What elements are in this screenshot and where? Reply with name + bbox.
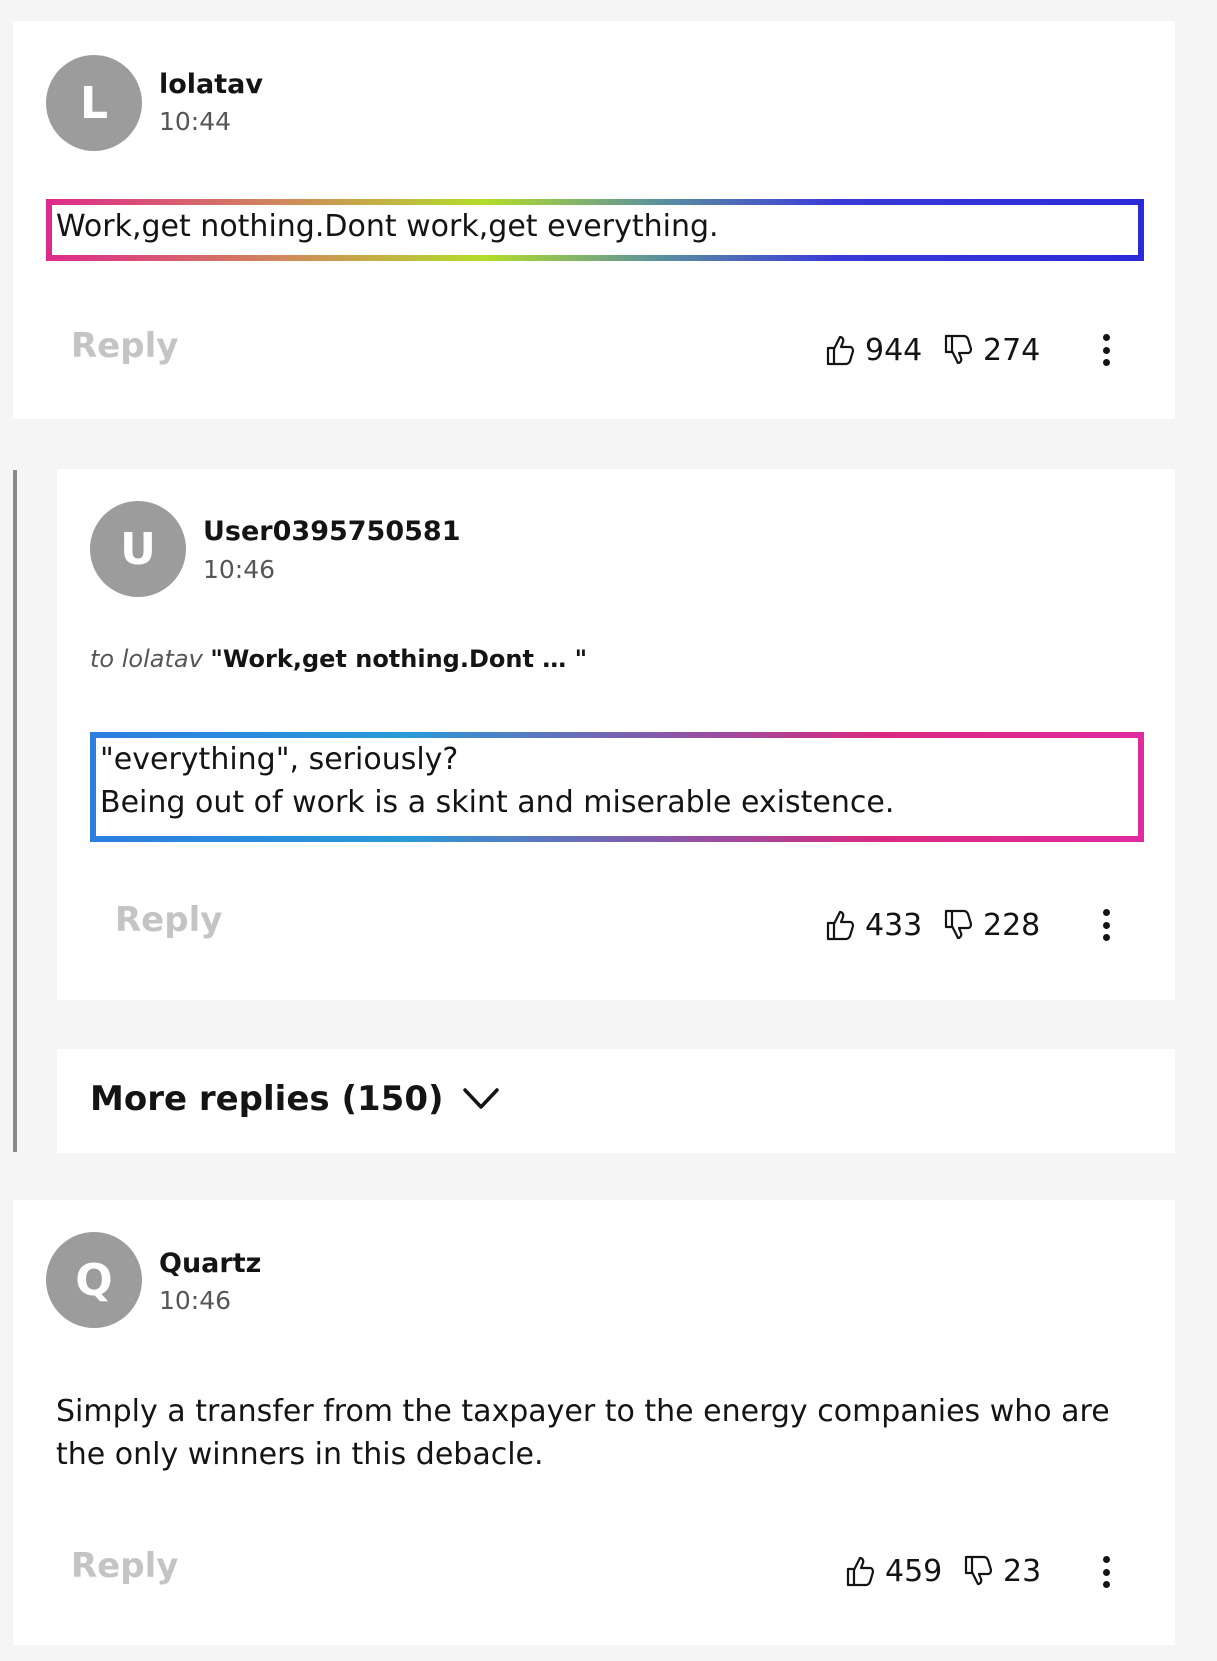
more-options-icon[interactable] — [1096, 330, 1116, 370]
quoted-text: "Work,get nothing.Dont … " — [210, 645, 588, 673]
dislike-button[interactable]: 228 — [943, 903, 1040, 947]
comment-username[interactable]: lolatav — [159, 69, 263, 100]
thumbs-up-icon — [826, 910, 855, 941]
like-count: 433 — [865, 907, 923, 943]
reply-button[interactable]: Reply — [71, 326, 178, 366]
dislike-count: 23 — [1003, 1553, 1042, 1589]
comment-timestamp: 10:46 — [159, 1286, 232, 1315]
thumbs-down-icon — [944, 909, 973, 940]
comment-text: Work,get nothing.Dont work,get everythin… — [46, 199, 1144, 261]
comment-card: Q Quartz 10:46 Simply a transfer from th… — [13, 1200, 1175, 1645]
thumbs-down-icon — [944, 334, 973, 365]
like-button[interactable]: 459 — [845, 1549, 942, 1593]
more-replies-card: More replies (150) — [57, 1049, 1175, 1153]
thumbs-up-icon — [846, 1556, 875, 1587]
dislike-count: 274 — [983, 332, 1041, 368]
more-options-icon[interactable] — [1096, 1552, 1116, 1592]
reply-button[interactable]: Reply — [115, 900, 222, 940]
comment-username[interactable]: Quartz — [159, 1248, 261, 1279]
comment-timestamp: 10:44 — [159, 107, 232, 136]
comment-username[interactable]: User0395750581 — [203, 516, 461, 547]
reply-card: U User0395750581 10:46 to lolatav "Work,… — [57, 469, 1175, 1000]
chevron-down-icon — [462, 1088, 499, 1109]
comment-card: L lolatav 10:44 Work,get nothing.Dont wo… — [13, 21, 1175, 419]
like-count: 459 — [885, 1553, 943, 1589]
comment-text-line: the only winners in this debacle. — [56, 1437, 544, 1472]
thread-line — [13, 470, 17, 1152]
more-options-icon[interactable] — [1096, 905, 1116, 945]
like-button[interactable]: 433 — [825, 903, 922, 947]
reply-button[interactable]: Reply — [71, 1546, 178, 1586]
dislike-button[interactable]: 274 — [943, 328, 1040, 372]
comment-text: Simply a transfer from the taxpayer to t… — [56, 1390, 1146, 1476]
avatar: Q — [46, 1232, 142, 1328]
like-count: 944 — [865, 332, 923, 368]
reply-to-label: to lolatav — [90, 645, 203, 673]
comment-text-line: Being out of work is a skint and miserab… — [100, 785, 895, 820]
avatar: L — [46, 55, 142, 151]
avatar: U — [90, 501, 186, 597]
more-replies-label: More replies (150) — [90, 1079, 444, 1119]
comment-text-line: "everything", seriously? — [100, 742, 459, 777]
comment-timestamp: 10:46 — [203, 555, 276, 584]
thumbs-up-icon — [826, 335, 855, 366]
like-button[interactable]: 944 — [825, 328, 922, 372]
comment-text: "everything", seriously? Being out of wo… — [90, 732, 1144, 842]
dislike-count: 228 — [983, 907, 1041, 943]
thumbs-down-icon — [964, 1555, 993, 1586]
dislike-button[interactable]: 23 — [963, 1549, 1041, 1593]
reply-to-line[interactable]: to lolatav "Work,get nothing.Dont … " — [90, 645, 587, 673]
comment-text-line: Simply a transfer from the taxpayer to t… — [56, 1394, 1110, 1429]
more-replies-button[interactable]: More replies (150) — [90, 1079, 500, 1119]
